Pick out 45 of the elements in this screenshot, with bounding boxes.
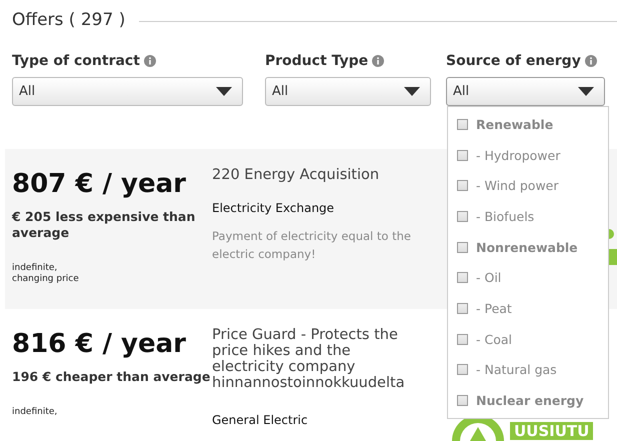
price: 807 € / year xyxy=(12,168,187,201)
price: 816 € / year xyxy=(12,328,187,361)
filter-label: Product Type xyxy=(265,53,368,69)
caret-icon xyxy=(578,87,594,96)
checkbox[interactable] xyxy=(457,180,468,192)
option-item[interactable]: - Natural gas xyxy=(448,354,608,386)
option-item[interactable]: - Hydropower xyxy=(448,140,608,170)
filter-dropdown[interactable]: All xyxy=(265,77,431,106)
option-item[interactable]: - Peat xyxy=(448,293,608,324)
option-item[interactable]: Renewable xyxy=(448,109,608,140)
product-note: Payment of electricity equal to the electric company! xyxy=(212,228,412,263)
option-item[interactable]: Nonrenewable xyxy=(448,232,608,262)
checkbox[interactable] xyxy=(457,272,468,284)
section-title: Offers ( 297 ) xyxy=(12,10,126,30)
info-icon[interactable] xyxy=(584,55,597,67)
checkbox[interactable] xyxy=(457,364,468,376)
saving-text: € 205 less expensive than average xyxy=(12,209,196,241)
contract-terms: indefinite, changing price xyxy=(12,263,80,285)
option-item[interactable]: - Oil xyxy=(448,262,608,294)
checkbox[interactable] xyxy=(457,210,468,222)
option-item[interactable]: - Coal xyxy=(448,324,608,354)
company-name: Electricity Exchange xyxy=(212,201,336,215)
checkbox[interactable] xyxy=(457,118,468,130)
checkbox[interactable] xyxy=(457,302,468,314)
checkbox[interactable] xyxy=(457,334,468,345)
filter-label: Type of contract xyxy=(12,53,140,69)
caret-icon xyxy=(216,87,232,96)
saving-text: 196 € cheaper than average xyxy=(12,369,212,385)
product-name: 220 Energy Acquisition xyxy=(212,167,380,183)
eco-stamp: UUSIUTU xyxy=(510,422,594,440)
info-icon[interactable] xyxy=(372,55,384,67)
checkbox[interactable] xyxy=(457,150,468,161)
company-name: General Electric xyxy=(212,413,309,427)
contract-terms: indefinite, xyxy=(12,407,58,418)
option-item[interactable]: - Wind power xyxy=(448,170,608,202)
product-name: Price Guard - Protects the price hikes and the electricity company hinnannostoinnokkuudelta xyxy=(212,327,406,391)
option-item[interactable]: - Biofuels xyxy=(448,201,608,232)
option-item[interactable]: Nuclear energy xyxy=(448,385,608,416)
filter-dropdown[interactable]: All xyxy=(446,77,605,106)
caret-icon xyxy=(404,87,420,96)
filter-dropdown[interactable]: All xyxy=(12,77,243,106)
info-icon[interactable] xyxy=(144,55,156,67)
checkbox[interactable] xyxy=(457,242,468,253)
filter-label: Source of energy xyxy=(446,53,581,69)
checkbox[interactable] xyxy=(457,395,468,406)
